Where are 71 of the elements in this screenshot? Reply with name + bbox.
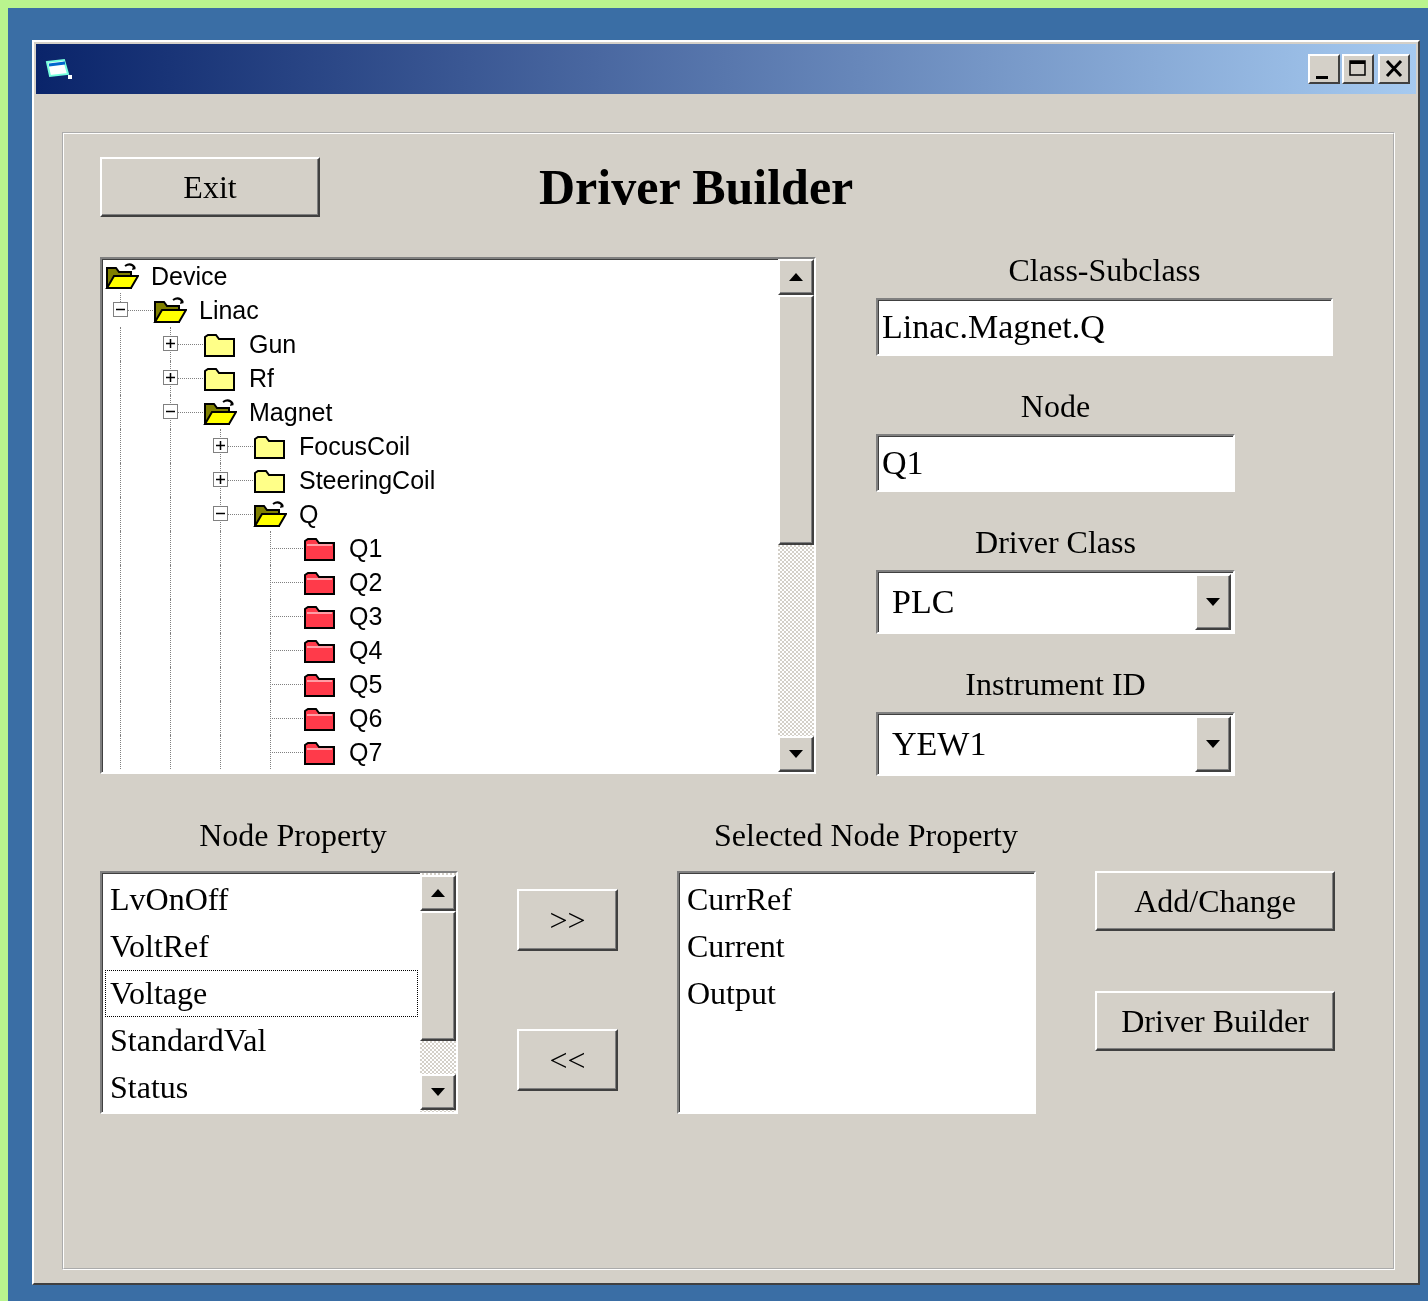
tree-item[interactable]: Q5 (105, 667, 778, 701)
tree-item[interactable]: Magnet (105, 395, 778, 429)
dropdown-field[interactable]: PLC (876, 570, 1235, 634)
dropdown-button[interactable] (1195, 716, 1231, 772)
field-label: Node (1019, 386, 1092, 426)
list-item[interactable]: CurrRef (682, 876, 1032, 923)
action-button[interactable]: Add/Change (1095, 871, 1335, 931)
tree-item[interactable]: Q4 (105, 633, 778, 667)
down-arrow-icon (430, 1087, 446, 1097)
down-arrow-icon (788, 749, 804, 759)
collapse-icon[interactable] (213, 506, 228, 521)
list-item[interactable]: StandardVal (105, 1017, 418, 1064)
maximize-button[interactable] (1342, 54, 1374, 84)
open-folder-icon (105, 262, 139, 290)
expand-icon[interactable] (163, 336, 178, 351)
tree-item[interactable]: Device (105, 259, 778, 293)
text-field[interactable]: Linac.Magnet.Q (876, 298, 1333, 356)
tree-item[interactable]: FocusCoil (105, 429, 778, 463)
list-item[interactable]: Output (682, 970, 1032, 1017)
list-label: Selected Node Property (713, 816, 1019, 854)
list-item[interactable]: Status (105, 1064, 418, 1111)
list-item[interactable]: LvOnOff (105, 876, 418, 923)
scrollbar[interactable] (778, 259, 814, 772)
tree-item[interactable]: SteeringCoil (105, 463, 778, 497)
list-item[interactable]: Current (682, 923, 1032, 970)
field-label: Driver Class (974, 522, 1137, 562)
tree-item[interactable]: Q6 (105, 701, 778, 735)
tree-item[interactable]: Q7 (105, 735, 778, 769)
expand-icon[interactable] (213, 438, 228, 453)
expand-icon[interactable] (163, 370, 178, 385)
scroll-up-button[interactable] (420, 875, 456, 911)
minimize-button[interactable] (1308, 54, 1340, 84)
tree-item[interactable]: Rf (105, 361, 778, 395)
form-title: Driver Builder (539, 158, 854, 216)
move-button[interactable]: << (517, 1029, 618, 1091)
expand-icon[interactable] (213, 472, 228, 487)
collapse-icon[interactable] (113, 302, 128, 317)
scroll-down-button[interactable] (420, 1074, 456, 1110)
close-button[interactable] (1378, 54, 1410, 84)
tree-item[interactable]: Q (105, 497, 778, 531)
minimize-icon (1316, 76, 1328, 79)
down-arrow-icon (1205, 597, 1221, 607)
action-button[interactable]: Driver Builder (1095, 991, 1335, 1051)
open-folder-icon (203, 398, 237, 426)
collapse-icon[interactable] (163, 404, 178, 419)
text-field[interactable]: Q1 (876, 434, 1235, 492)
tree-item[interactable]: Q1 (105, 531, 778, 565)
move-button[interactable]: >> (517, 889, 618, 951)
tree-item[interactable]: Linac (105, 293, 778, 327)
up-arrow-icon (788, 272, 804, 282)
list-item[interactable]: Voltage (105, 970, 418, 1017)
list-item[interactable]: VoltRef (105, 923, 418, 970)
dropdown-field[interactable]: YEW1 (876, 712, 1235, 776)
scroll-up-button[interactable] (778, 259, 814, 295)
field-label: Class-Subclass (1007, 250, 1202, 290)
up-arrow-icon (430, 888, 446, 898)
scrollbar[interactable] (420, 873, 456, 1112)
tree-item[interactable]: Q3 (105, 599, 778, 633)
scroll-down-button[interactable] (778, 736, 814, 772)
scroll-thumb[interactable] (420, 911, 456, 1041)
window-icon (44, 56, 74, 82)
scroll-thumb[interactable] (778, 295, 814, 545)
tree-item[interactable]: Q2 (105, 565, 778, 599)
open-folder-icon (253, 500, 287, 528)
list-label: Node Property (198, 816, 388, 854)
dropdown-button[interactable] (1195, 574, 1231, 630)
tree-item[interactable]: Gun (105, 327, 778, 361)
down-arrow-icon (1205, 739, 1221, 749)
field-label: Instrument ID (964, 664, 1147, 704)
exit-button[interactable]: Exit (100, 157, 320, 217)
open-folder-icon (153, 296, 187, 324)
